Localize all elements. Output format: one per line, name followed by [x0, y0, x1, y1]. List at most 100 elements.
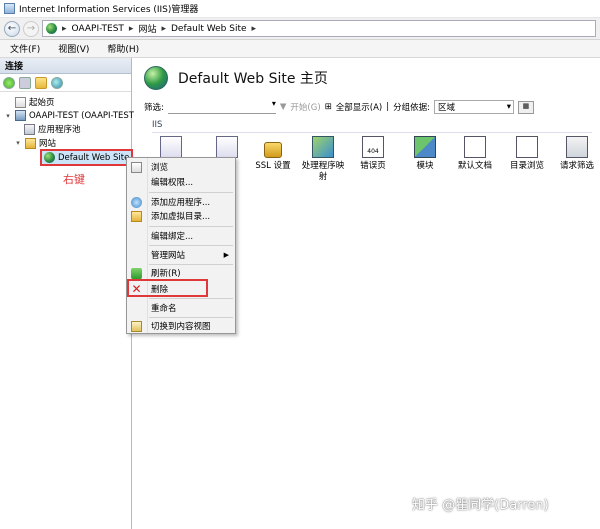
request-filtering-icon	[566, 136, 588, 158]
feature-tile-error-pages[interactable]: 404 错误页	[350, 136, 396, 172]
show-all-icon: ⊞	[324, 102, 332, 112]
start-page-icon	[15, 96, 26, 108]
feature-tile-default-document[interactable]: 默认文档	[452, 136, 498, 172]
menu-separator	[149, 298, 233, 299]
connections-header: 连接	[0, 58, 131, 74]
watermark: 知乎 @瞿同学(Darren)	[412, 498, 549, 513]
collapse-icon[interactable]: ▾	[4, 112, 12, 120]
menu-help[interactable]: 帮助(H)	[103, 41, 143, 56]
connect-icon[interactable]	[3, 76, 15, 89]
tree-label: 起始页	[29, 98, 55, 108]
page-title: Default Web Site 主页	[178, 71, 328, 87]
refresh-icon	[131, 267, 142, 279]
error-page-icon: 404	[362, 136, 384, 158]
view-select-icon[interactable]: ▦	[517, 100, 534, 114]
feature-tile-modules[interactable]: 模块	[402, 136, 448, 172]
feature-tile-directory-browsing[interactable]: 目录浏览	[504, 136, 550, 172]
connections-toolbar	[0, 74, 131, 92]
menu-file[interactable]: 文件(F)	[6, 41, 44, 56]
filter-label: 筛选:	[144, 103, 164, 113]
filter-bar: 筛选: ▼ 开始(G) ⊞ 全部显示(A) | 分组依据: 区域 ▾ ▦	[144, 98, 596, 116]
menu-item-manage-site[interactable]: 管理网站 ▶	[127, 247, 235, 263]
submenu-arrow-icon: ▶	[223, 251, 229, 259]
tree-item-start-page[interactable]: 起始页	[4, 96, 55, 108]
group-by-select[interactable]: 区域 ▾	[433, 100, 514, 114]
group-by-label: 分组依据:	[393, 103, 430, 113]
handler-mapping-icon	[312, 136, 334, 158]
page-header: Default Web Site 主页	[136, 58, 600, 98]
address-separator: ▸	[251, 23, 257, 34]
directory-browsing-icon	[516, 136, 538, 158]
save-icon[interactable]	[19, 76, 31, 89]
feature-label: SSL 设置	[255, 161, 291, 171]
network-icon[interactable]	[51, 76, 63, 89]
delete-highlight-box	[127, 279, 208, 297]
sites-folder-icon	[25, 137, 36, 149]
feature-label: 默认文档	[457, 161, 492, 171]
context-menu: 浏览 编辑权限... 添加应用程序... 添加虚拟目录... 编辑绑定... 管…	[126, 157, 236, 334]
app-pool-icon	[24, 123, 35, 135]
back-button[interactable]: ←	[4, 20, 20, 37]
virtual-directory-icon	[131, 210, 142, 222]
feature-tile-handler-mappings[interactable]: 处理程序映射	[300, 136, 346, 183]
website-globe-icon	[44, 152, 55, 163]
tree-label: OAAPI-TEST (OAAPI-TEST	[29, 110, 134, 121]
folder-icon[interactable]	[35, 76, 47, 89]
start-filter-icon[interactable]: ▼	[280, 102, 287, 112]
page-icon	[160, 136, 182, 158]
globe-icon	[46, 23, 57, 34]
content-view-icon	[131, 320, 142, 332]
address-segment-sites[interactable]: 网站	[138, 22, 156, 35]
title-bar: Internet Information Services (IIS)管理器	[0, 0, 600, 18]
feature-label: 请求筛选	[559, 161, 594, 171]
group-by-value: 区域	[437, 103, 455, 113]
menu-separator	[149, 245, 233, 246]
section-divider	[152, 132, 592, 133]
feature-label: 模块	[416, 161, 434, 171]
address-bar: ← → ▸ OAAPI-TEST ▸ 网站 ▸ Default Web Site…	[0, 18, 600, 40]
feature-label: 错误页	[360, 161, 386, 171]
tree-item-default-web-site[interactable]: Default Web Site	[40, 149, 134, 166]
forward-button[interactable]: →	[23, 20, 39, 37]
menu-item-browse[interactable]: 浏览	[127, 159, 235, 175]
server-icon	[15, 110, 26, 121]
tree-item-app-pools[interactable]: 应用程序池	[24, 123, 81, 135]
address-segment-server[interactable]: OAAPI-TEST	[72, 24, 124, 34]
menu-item-edit-permissions[interactable]: 编辑权限...	[127, 174, 235, 190]
address-segment-site[interactable]: Default Web Site	[171, 24, 247, 34]
collapse-icon[interactable]: ▾	[14, 139, 22, 147]
menu-item-edit-bindings[interactable]: 编辑绑定...	[127, 228, 235, 244]
add-application-icon	[131, 196, 142, 208]
filter-input[interactable]	[167, 99, 276, 114]
section-label-iis: IIS	[152, 120, 163, 130]
menu-item-add-virtual-directory[interactable]: 添加虚拟目录...	[127, 208, 235, 224]
address-separator: ▸	[128, 23, 134, 34]
start-filter-button[interactable]: 开始(G)	[290, 101, 320, 113]
website-globe-icon	[144, 66, 168, 90]
menu-separator	[149, 226, 233, 227]
address-field[interactable]: ▸ OAAPI-TEST ▸ 网站 ▸ Default Web Site ▸	[42, 20, 596, 37]
handler-icon	[216, 136, 238, 158]
lock-icon	[264, 142, 282, 158]
tree-label: 应用程序池	[38, 125, 81, 135]
menu-bar: 文件(F) 视图(V) 帮助(H)	[0, 40, 600, 58]
divider: |	[386, 102, 390, 112]
annotation-right-click: 右键	[63, 173, 85, 186]
feature-label: 处理程序映射	[301, 161, 345, 182]
show-all-button[interactable]: 全部显示(A)	[336, 101, 382, 113]
address-separator: ▸	[161, 23, 166, 34]
menu-item-rename[interactable]: 重命名	[127, 300, 235, 316]
menu-view[interactable]: 视图(V)	[54, 41, 93, 56]
modules-icon	[414, 136, 436, 158]
browse-icon	[131, 161, 142, 173]
default-document-icon	[464, 136, 486, 158]
tree-item-sites[interactable]: ▾ 网站	[14, 137, 56, 149]
feature-tile-ssl[interactable]: SSL 设置	[250, 136, 296, 172]
menu-separator	[149, 192, 233, 193]
menu-item-switch-content-view[interactable]: 切换到内容视图	[127, 318, 235, 334]
tree-label: Default Web Site	[58, 152, 130, 163]
tree-item-server[interactable]: ▾ OAAPI-TEST (OAAPI-TEST	[4, 110, 134, 121]
feature-tile-request-filtering[interactable]: 请求筛选	[554, 136, 600, 172]
window-title: Internet Information Services (IIS)管理器	[19, 5, 199, 15]
address-separator: ▸	[62, 23, 67, 34]
